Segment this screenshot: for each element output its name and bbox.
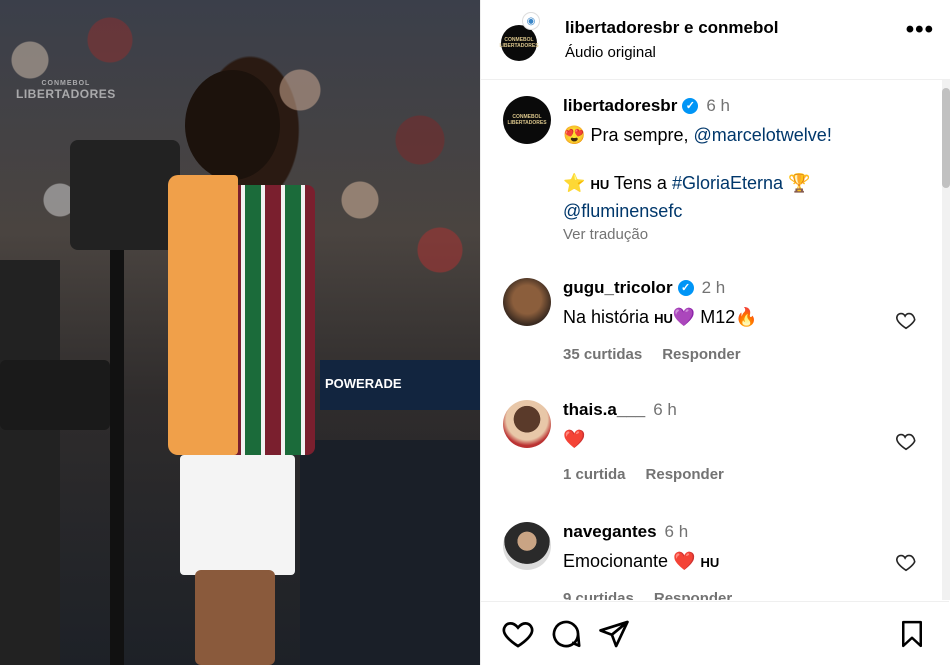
- comment-username[interactable]: navegantes: [563, 522, 657, 542]
- caption-avatar[interactable]: CONMEBOL LIBERTADORES: [503, 96, 551, 144]
- post-viewer: CONMEBOL LIBERTADORES POWERADE CONMEBOL LI…: [0, 0, 950, 665]
- heart-icon[interactable]: [895, 309, 917, 331]
- caption-line-2: ⭐ HU Tens a #GloriaEterna 🏆: [563, 170, 832, 198]
- post-panel: CONMEBOL LIBERTADORES ◉ libertadoresbr e …: [480, 0, 950, 665]
- caption-line-3: @fluminensefc: [563, 198, 832, 224]
- heart-icon[interactable]: [895, 551, 917, 573]
- comment-username[interactable]: thais.a___: [563, 400, 645, 420]
- stadium-board: [300, 440, 480, 665]
- mention-link[interactable]: @marcelotwelve!: [694, 125, 832, 145]
- comment-time[interactable]: 6 h: [665, 522, 689, 542]
- bookmark-icon: [902, 620, 922, 647]
- likes-count[interactable]: 1 curtida: [563, 466, 626, 483]
- likes-count[interactable]: 9 curtidas: [563, 590, 634, 600]
- star-emoji: ⭐: [563, 173, 586, 193]
- comment-text: Emocionante ❤️ HU: [563, 551, 720, 571]
- comment-item: navegantes 6 h Emocionante ❤️ HU 9 curtid…: [503, 522, 732, 600]
- comment-time[interactable]: 6 h: [653, 400, 677, 420]
- flag-emoji: HU: [654, 311, 673, 326]
- save-button[interactable]: [895, 617, 929, 651]
- trophy-emoji: 🏆: [788, 173, 811, 193]
- watermark: CONMEBOL LIBERTADORES: [16, 80, 116, 101]
- caption-line-1: 😍 Pra sempre, @marcelotwelve!: [563, 122, 832, 148]
- caption: CONMEBOL LIBERTADORES libertadoresbr ✓ 6 h …: [503, 96, 832, 243]
- comment-item: gugu_tricolor ✓ 2 h Na história HU💜 M12🔥 3…: [503, 278, 758, 363]
- reply-button[interactable]: Responder: [646, 466, 724, 483]
- audio-label[interactable]: Áudio original: [565, 44, 779, 61]
- cameraman: [0, 260, 60, 665]
- collab-avatar[interactable]: ◉: [522, 12, 540, 30]
- comment-item: thais.a___ 6 h ❤️ 1 curtida Responder: [503, 400, 724, 483]
- comment-button[interactable]: [549, 617, 583, 651]
- flag-emoji: HU: [590, 177, 610, 192]
- post-header: CONMEBOL LIBERTADORES ◉ libertadoresbr e …: [481, 0, 950, 80]
- like-button[interactable]: [501, 617, 535, 651]
- action-bar: [481, 601, 949, 665]
- comment-icon: [552, 620, 581, 647]
- player-shirt: [225, 185, 315, 455]
- purple-heart-emoji: 💜: [672, 307, 696, 327]
- caption-text: Tens a: [613, 173, 667, 193]
- hashtag-link[interactable]: #GloriaEterna: [672, 173, 783, 193]
- see-translation-button[interactable]: Ver tradução: [563, 226, 832, 243]
- libertadores-logo: CONMEBOL LIBERTADORES: [507, 114, 547, 126]
- commenter-avatar[interactable]: [503, 400, 551, 448]
- heart-eyes-emoji: 😍: [563, 125, 586, 145]
- commenter-avatar[interactable]: [503, 522, 551, 570]
- handheld-camera: [0, 360, 110, 430]
- player-vest: [168, 175, 238, 455]
- comment-time[interactable]: 2 h: [702, 278, 726, 298]
- reply-button[interactable]: Responder: [654, 590, 732, 600]
- comments-list: CONMEBOL LIBERTADORES libertadoresbr ✓ 6 h …: [481, 80, 949, 600]
- tripod: [110, 250, 124, 665]
- mention-link[interactable]: @fluminensefc: [563, 201, 682, 221]
- share-button[interactable]: [597, 617, 631, 651]
- share-icon: [599, 620, 629, 647]
- red-heart-emoji: ❤️: [563, 429, 586, 449]
- board-text: POWERADE: [325, 376, 402, 391]
- post-author-title[interactable]: libertadoresbr e conmebol: [565, 18, 779, 38]
- comment-username[interactable]: gugu_tricolor: [563, 278, 673, 298]
- reply-button[interactable]: Responder: [662, 346, 740, 363]
- player-head: [185, 70, 280, 180]
- caption-time[interactable]: 6 h: [706, 96, 730, 116]
- caption-username[interactable]: libertadoresbr: [563, 96, 677, 116]
- heart-icon[interactable]: [895, 430, 917, 452]
- tv-camera: [70, 140, 180, 250]
- comment-text: Na história HU💜 M12🔥: [563, 307, 758, 327]
- flag-emoji: HU: [700, 555, 720, 570]
- fire-emoji: 🔥: [735, 307, 758, 327]
- commenter-avatar[interactable]: [503, 278, 551, 326]
- likes-count[interactable]: 35 curtidas: [563, 346, 642, 363]
- red-heart-emoji: ❤️: [673, 551, 696, 571]
- more-options-icon[interactable]: •••: [906, 18, 934, 42]
- libertadores-logo: CONMEBOL LIBERTADORES: [499, 36, 539, 49]
- player-shorts: [180, 455, 295, 575]
- heart-icon: [502, 621, 534, 648]
- verified-icon: ✓: [677, 280, 694, 296]
- post-media[interactable]: CONMEBOL LIBERTADORES POWERADE: [0, 0, 480, 665]
- verified-icon: ✓: [682, 98, 699, 114]
- player-legs: [195, 570, 275, 665]
- caption-text: Pra sempre,: [590, 125, 689, 145]
